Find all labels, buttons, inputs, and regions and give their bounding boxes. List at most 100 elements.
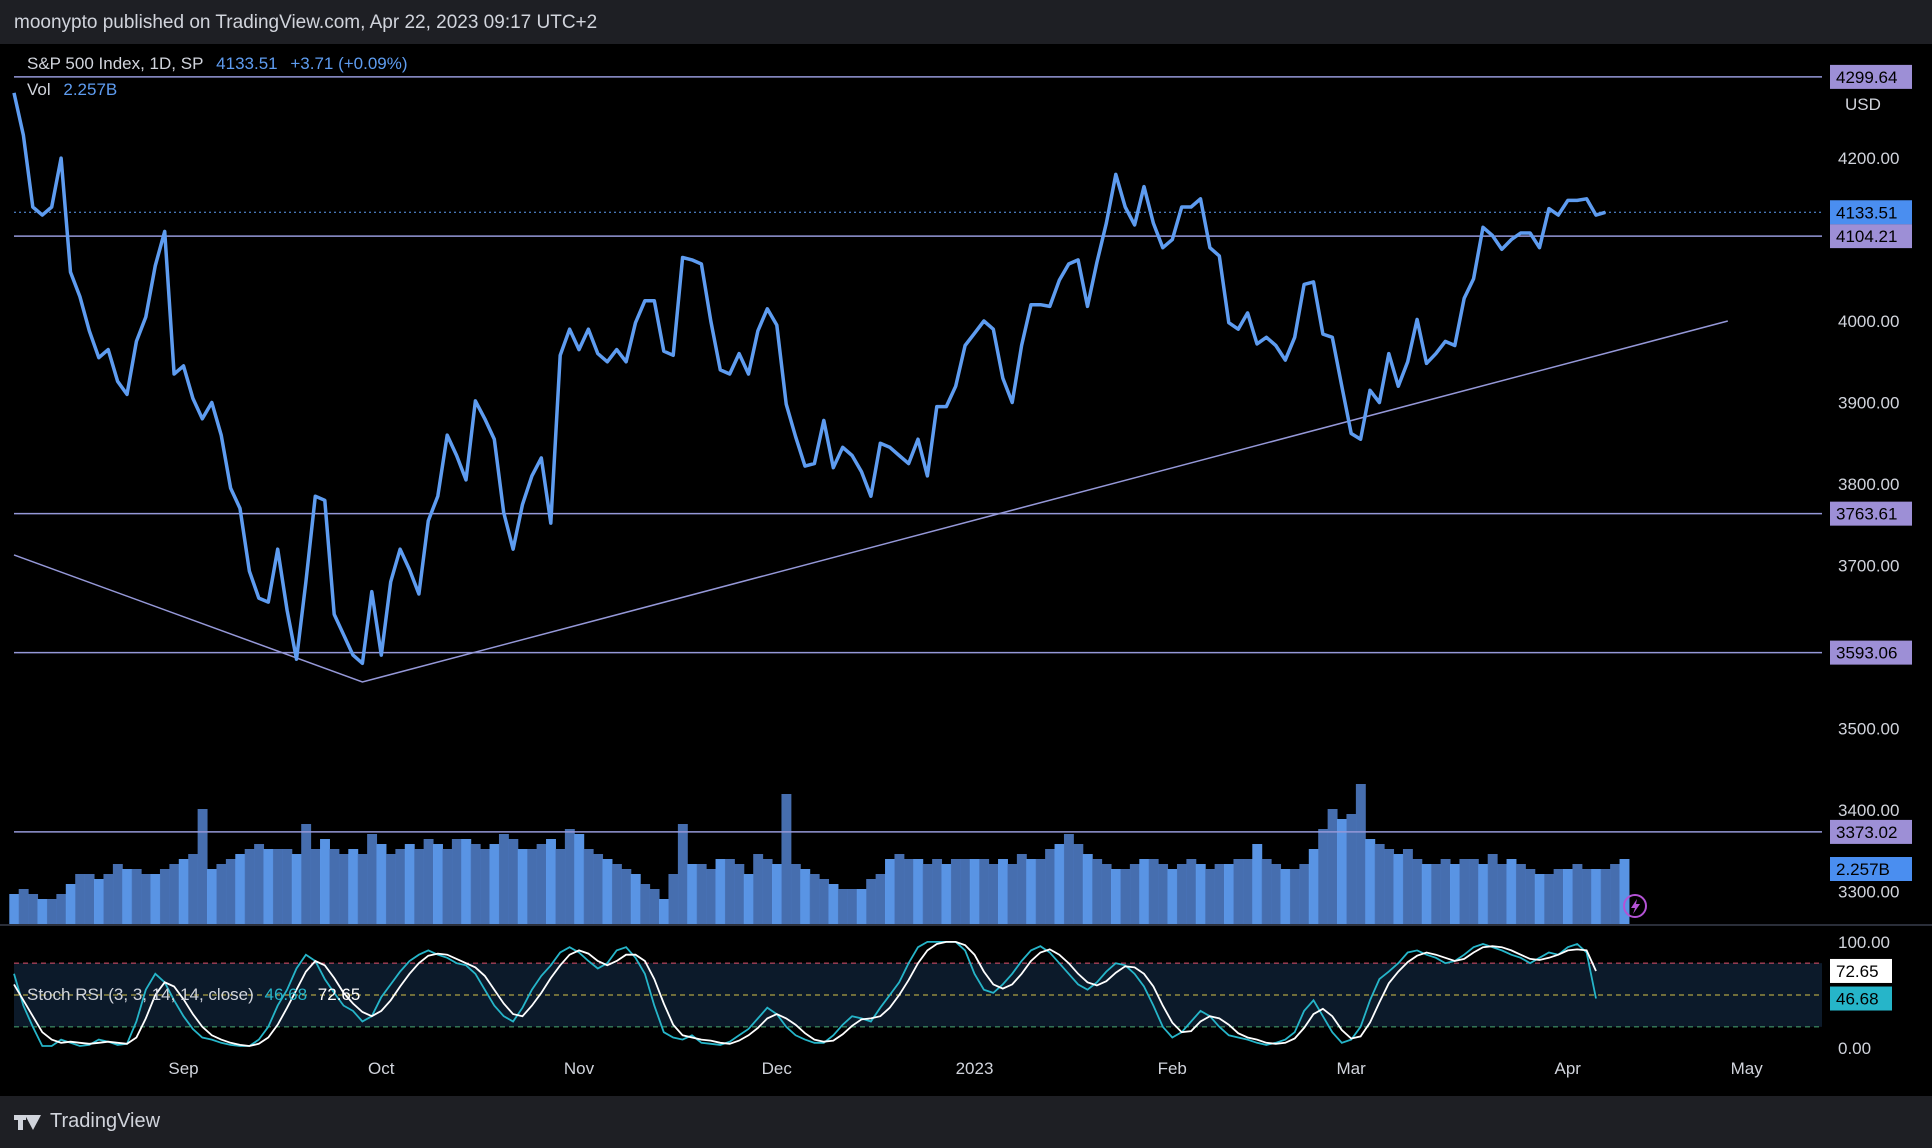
volume-bar: [1600, 869, 1611, 924]
volume-bar: [668, 874, 679, 924]
volume-bar: [46, 899, 57, 924]
level-label: 4299.64: [1836, 68, 1897, 87]
volume-bar: [564, 829, 575, 924]
volume-bar: [1233, 859, 1244, 924]
volume-bar: [1421, 864, 1432, 924]
price-axis: 4200.004100.004000.003900.003800.003700.…: [1838, 149, 1899, 1058]
volume-bar: [941, 864, 952, 924]
volume-bar: [809, 874, 820, 924]
volume-bar: [1478, 864, 1489, 924]
volume-bar: [950, 859, 961, 924]
volume-bar: [188, 854, 199, 924]
volume-bar: [197, 809, 208, 924]
volume-bar: [1497, 864, 1508, 924]
volume-layer: [9, 784, 1630, 924]
volume-bar: [1035, 859, 1046, 924]
volume-bar: [395, 849, 406, 924]
volume-bar: [640, 884, 651, 924]
volume-bar: [1515, 864, 1526, 924]
volume-bar: [1280, 869, 1291, 924]
volume-bar: [790, 864, 801, 924]
volume-bar: [470, 844, 481, 924]
volume-bar: [1374, 844, 1385, 924]
volume-bar: [508, 839, 519, 924]
trendline: [13, 320, 1728, 683]
volume-bar: [1308, 849, 1319, 924]
volume-bar: [442, 849, 453, 924]
volume-bar: [461, 839, 472, 924]
volume-bar: [1261, 859, 1272, 924]
volume-bar: [235, 854, 246, 924]
stoch-legend[interactable]: Stoch RSI (3, 3, 14, 14, close) 46.68 72…: [27, 985, 360, 1005]
volume-bar: [65, 884, 76, 924]
chart-svg[interactable]: 4200.004100.004000.003900.003800.003700.…: [0, 44, 1932, 1096]
volume-bar: [451, 839, 462, 924]
volume-bar: [724, 859, 735, 924]
volume-bar: [1158, 864, 1169, 924]
stoch-tick-label: 100.00: [1838, 933, 1890, 952]
volume-bar: [1563, 869, 1573, 924]
price-tick-label: 3500.00: [1838, 719, 1899, 738]
volume-last-label: 2.257B: [1836, 860, 1890, 879]
stoch-k-value: 46.68: [264, 985, 308, 1004]
volume-bar: [856, 889, 867, 924]
volume-bar: [847, 889, 858, 924]
volume-bar: [1506, 859, 1517, 924]
volume-bar: [433, 844, 443, 924]
volume-bar: [1205, 869, 1216, 924]
time-tick-label: Nov: [564, 1059, 595, 1078]
volume-value: 2.257B: [63, 80, 118, 99]
volume-bar: [621, 869, 632, 924]
volume-bar: [715, 859, 726, 924]
chart-area[interactable]: 4200.004100.004000.003900.003800.003700.…: [0, 44, 1932, 1096]
volume-bar: [498, 834, 509, 924]
volume-bar: [527, 849, 538, 924]
volume-bar: [837, 889, 848, 924]
volume-bar: [885, 859, 895, 924]
tradingview-logo[interactable]: TradingView: [14, 1110, 160, 1133]
volume-bar: [84, 874, 95, 924]
volume-bar: [338, 854, 349, 924]
stoch-d-value: 72.65: [317, 985, 361, 1004]
volume-bar: [611, 864, 622, 924]
tradingview-logo-text: TradingView: [50, 1110, 161, 1132]
volume-bar: [903, 859, 914, 924]
current-price-label: 4133.51: [1836, 203, 1897, 222]
volume-bar: [677, 824, 688, 924]
volume-bar: [272, 849, 283, 924]
volume-bar: [244, 849, 255, 924]
volume-bar: [1393, 854, 1404, 924]
volume-bar: [1431, 864, 1442, 924]
volume-bar: [1167, 869, 1178, 924]
volume-bar: [960, 859, 971, 924]
volume-bar: [1440, 859, 1451, 924]
volume-bar: [207, 869, 217, 924]
volume-bar: [1553, 869, 1564, 924]
volume-bar: [734, 864, 745, 924]
volume-bar: [979, 859, 990, 924]
volume-bar: [1525, 869, 1536, 924]
volume-bar: [112, 864, 123, 924]
volume-bar: [9, 894, 20, 924]
time-tick-label: 2023: [956, 1059, 994, 1078]
volume-bar: [1111, 869, 1121, 924]
volume-bar: [141, 874, 152, 924]
volume-bar: [1365, 839, 1376, 924]
currency-label: USD: [1845, 95, 1881, 114]
volume-bar: [602, 859, 613, 924]
volume-bar: [1148, 859, 1159, 924]
volume-bar: [291, 854, 302, 924]
volume-bar: [1092, 859, 1103, 924]
top-bar: moonypto published on TradingView.com, A…: [0, 0, 1932, 44]
volume-bar: [263, 849, 274, 924]
volume-bar: [932, 859, 943, 924]
volume-bar: [969, 859, 980, 924]
volume-bar: [103, 874, 114, 924]
volume-bar: [630, 874, 641, 924]
volume-bar: [1129, 864, 1140, 924]
volume-bar: [866, 879, 877, 924]
volume-legend[interactable]: Vol 2.257B: [27, 80, 125, 100]
symbol-legend[interactable]: S&P 500 Index, 1D, SP 4133.51 +3.71 (+0.…: [27, 54, 416, 74]
volume-bar: [913, 859, 924, 924]
volume-bar: [282, 849, 293, 924]
